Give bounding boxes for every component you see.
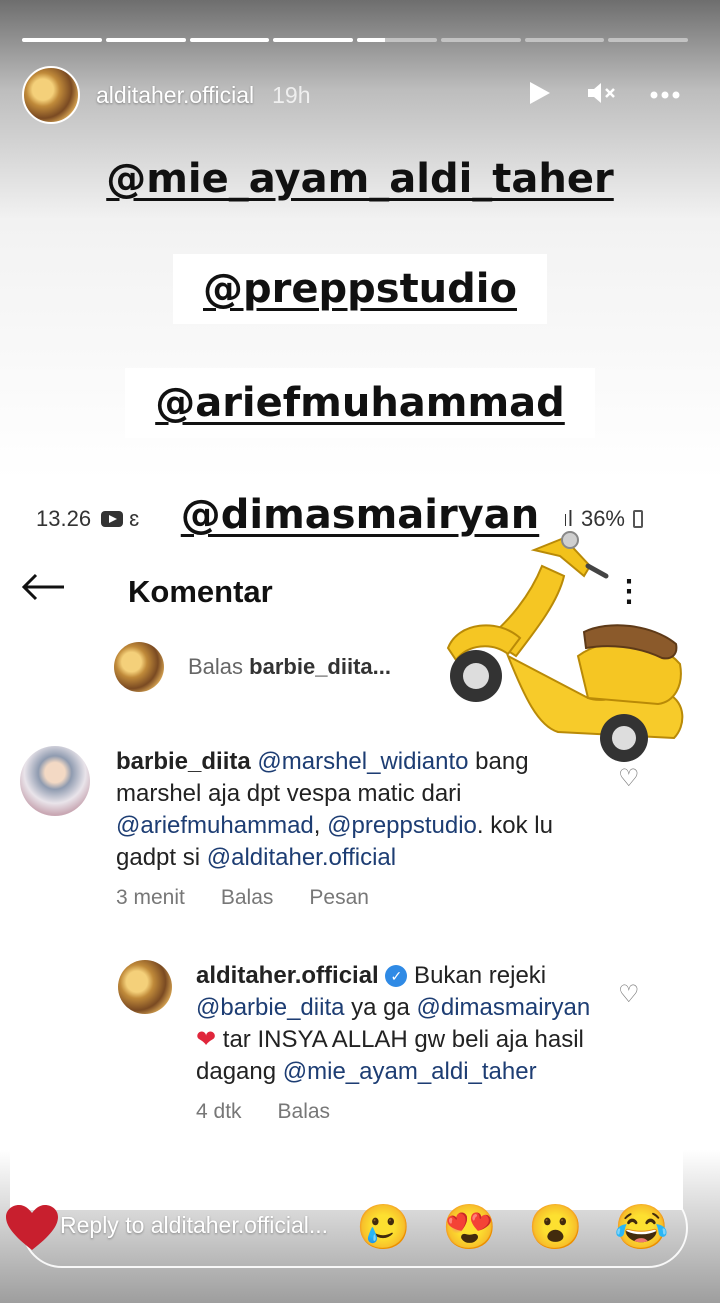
story-header: alditaher.official 19h [22, 66, 680, 124]
progress-segment [524, 38, 605, 42]
mention-text[interactable]: @ariefmuhammad [155, 380, 565, 426]
reply-button[interactable]: Balas [221, 886, 274, 910]
avatar [114, 642, 164, 692]
comment-reply: alditaher.official ✓ Bukan rejeki @barbi… [118, 960, 598, 1124]
progress-segment [189, 38, 270, 42]
avatar[interactable] [118, 960, 172, 1014]
progress-segment [440, 38, 521, 42]
mention-sticker[interactable]: @ariefmuhammad [0, 368, 720, 438]
mention-link[interactable]: @dimasmairyan [417, 994, 591, 1021]
mention-link[interactable]: @barbie_diita [196, 994, 344, 1021]
story-progress [22, 38, 688, 42]
reply-placeholder[interactable]: Reply to alditaher.official... [60, 1212, 328, 1239]
progress-segment [357, 38, 437, 42]
story-viewer: alditaher.official 19h @mie_ayam_aldi_ta… [0, 0, 720, 1303]
mention-text[interactable]: @mie_ayam_aldi_taher [106, 156, 614, 202]
reply-button[interactable]: Balas [278, 1100, 331, 1124]
story-username[interactable]: alditaher.official [96, 82, 254, 109]
progress-segment [273, 38, 353, 42]
mention-text[interactable]: @preppstudio [203, 266, 517, 312]
avatar[interactable] [22, 66, 80, 124]
play-icon[interactable] [526, 80, 552, 111]
comment-username[interactable]: alditaher.official [196, 962, 379, 989]
avatar[interactable] [20, 746, 90, 816]
comment-text: Bukan rejeki [407, 962, 547, 989]
more-icon[interactable] [650, 86, 680, 104]
mention-link[interactable]: @marshel_widianto [257, 748, 468, 775]
comment-time: 4 dtk [196, 1100, 242, 1123]
mention-link[interactable]: @alditaher.official [207, 844, 396, 871]
heart-like-icon[interactable] [4, 1204, 60, 1252]
like-heart-icon[interactable]: ♡ [618, 980, 640, 1009]
mention-sticker[interactable]: @preppstudio [0, 254, 720, 324]
reply-prefix: Balas [188, 654, 244, 679]
quick-reaction-crying-smile[interactable]: 🥲 [356, 1202, 411, 1254]
story-time: 19h [272, 81, 311, 108]
page-title: Komentar [128, 574, 273, 609]
progress-segment [105, 38, 186, 42]
comment: barbie_diita @marshel_widianto bang mars… [20, 746, 600, 910]
mention-sticker[interactable]: @mie_ayam_aldi_taher [0, 146, 720, 212]
reply-to-bar: Balas barbie_diita... [114, 642, 391, 692]
mention-link[interactable]: @ariefmuhammad [116, 812, 314, 839]
progress-segment [608, 38, 688, 42]
verified-badge-icon: ✓ [385, 965, 408, 987]
comment-username[interactable]: barbie_diita [116, 748, 251, 775]
quick-reaction-surprised[interactable]: 😮 [528, 1202, 583, 1254]
message-button[interactable]: Pesan [309, 886, 369, 910]
mention-link[interactable]: @mie_ayam_aldi_taher [283, 1058, 537, 1085]
comment-time: 3 menit [116, 886, 185, 909]
mute-icon[interactable] [586, 80, 616, 111]
quick-reaction-heart-eyes[interactable]: 😍 [442, 1202, 497, 1254]
progress-segment [22, 38, 102, 42]
comment-text: ya ga [344, 994, 417, 1021]
red-heart-emoji: ❤ [196, 1026, 217, 1053]
comment-text: , [313, 812, 328, 839]
like-heart-icon[interactable]: ♡ [618, 764, 640, 793]
back-arrow-icon[interactable] [20, 572, 66, 607]
scooter-sticker [438, 526, 688, 766]
mention-link[interactable]: @preppstudio [327, 812, 477, 839]
quick-reaction-laughing[interactable]: 😂 [614, 1202, 669, 1254]
reply-to-username: barbie_diita... [249, 654, 391, 679]
